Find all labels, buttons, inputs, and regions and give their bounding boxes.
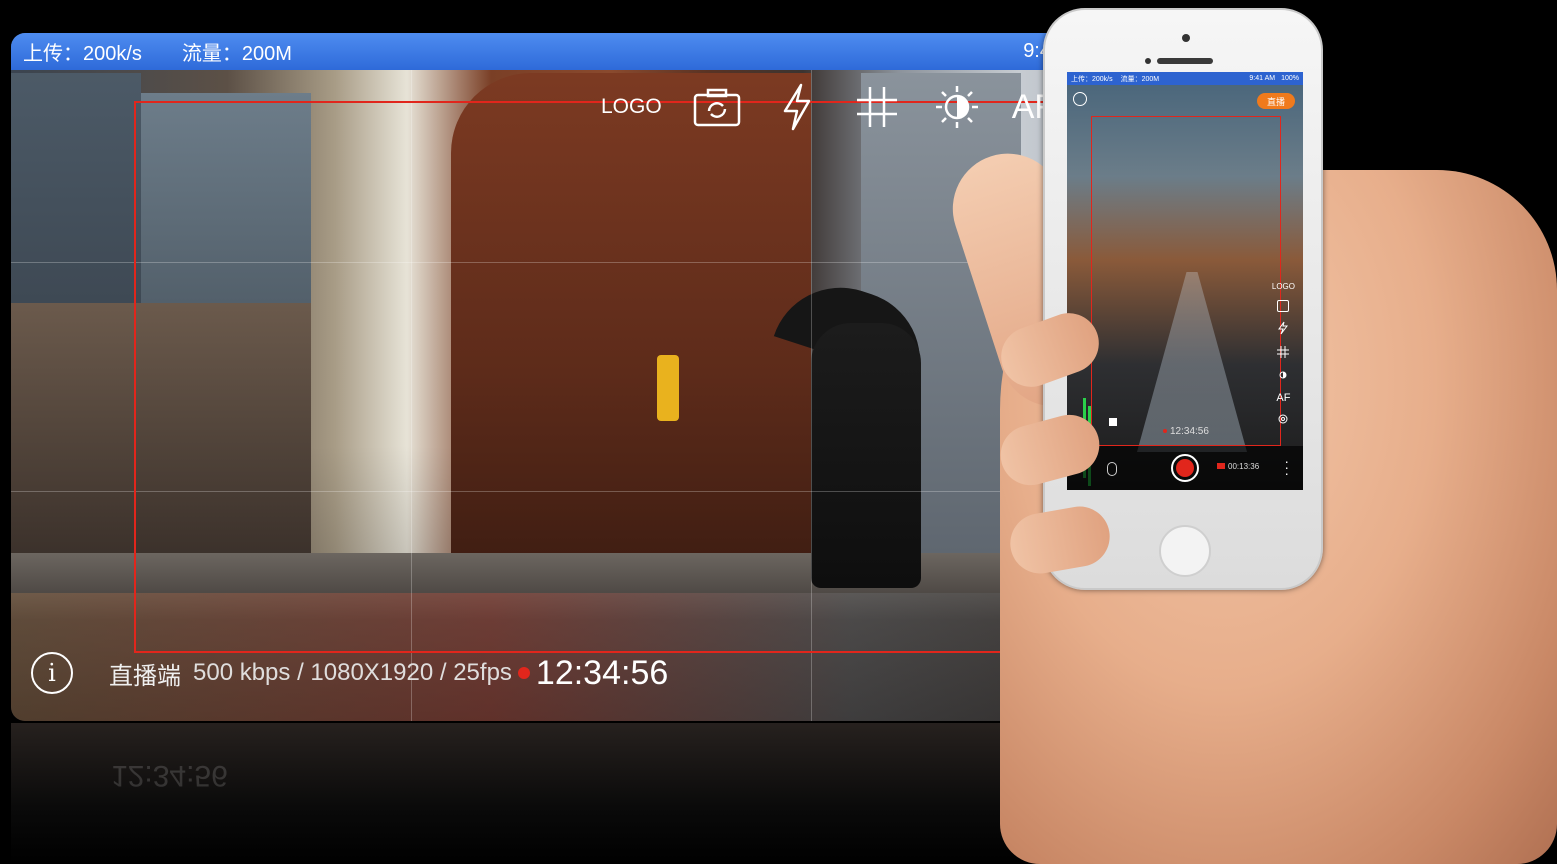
phone-brightness-icon[interactable] [1277,369,1289,383]
upload-rate: 上传：200k/s [23,43,142,65]
earpiece-speaker [1157,58,1213,64]
microphone-icon[interactable] [1107,462,1117,476]
phone-side-toolbar: LOGO AF [1272,282,1295,427]
phone-gear-icon[interactable] [1277,413,1289,427]
battery-level: 100% [1281,75,1299,82]
camera-toolbar: LOGO AF [601,79,1055,135]
phone-settings-icon[interactable] [1073,92,1087,106]
reflected-info-text: 12:34:56 [111,759,228,792]
camera-switch-icon[interactable] [692,82,742,132]
grid-icon[interactable] [852,82,902,132]
phone-recording-time: 12:34:56 [1163,426,1209,437]
live-badge[interactable]: 直播 [1257,93,1295,109]
data-usage: 流量：200M [181,43,292,65]
info-icon[interactable]: i [31,652,73,694]
stream-spec: 500 kbps / 1080X1920 / 25fps [193,659,512,686]
phone-upload-rate: 上传：200k/s [1071,75,1113,83]
phone-stream-view: 上传：200k/s 流量：200M 9:41 AM 100% 直播 LOGO A… [1067,72,1303,490]
phone-autofocus-toggle[interactable]: AF [1276,392,1290,404]
record-elapsed: 00:13:36 [1217,462,1259,471]
recording-dot [517,667,530,679]
preview-indicator [1109,418,1117,426]
phone-bottom-bar: 00:13:36 · · · [1067,446,1303,490]
logo-toggle[interactable]: LOGO [601,95,662,119]
front-camera [1182,34,1190,42]
phone-flash-icon[interactable] [1278,321,1289,337]
role-label: 直播端 [109,662,181,690]
sensor [1145,58,1151,64]
smartphone: 上传：200k/s 流量：200M 9:41 AM 100% 直播 LOGO A… [1043,8,1323,590]
more-vertical-icon[interactable]: · · · [1284,454,1289,480]
phone-grid-icon[interactable] [1277,346,1290,360]
flash-icon[interactable] [772,82,822,132]
phone-data-usage: 流量：200M [1120,75,1160,83]
phone-capture-frame [1091,116,1281,446]
phone-camera-switch-icon[interactable] [1277,300,1290,312]
stream-info-bar: i 直播端 500 kbps / 1080X1920 / 25fps 12:34… [31,651,668,695]
phone-logo-toggle[interactable]: LOGO [1272,282,1295,291]
record-button[interactable] [1171,454,1199,482]
status-bar: 上传：200k/s 流量：200M 9:4 [11,33,1211,70]
home-button[interactable] [1159,525,1211,577]
phone-clock: 9:41 AM [1249,75,1276,82]
recording-time: 12:34:56 [535,653,669,692]
phone-status-bar: 上传：200k/s 流量：200M 9:41 AM 100% [1067,72,1303,85]
brightness-icon[interactable] [932,82,982,132]
